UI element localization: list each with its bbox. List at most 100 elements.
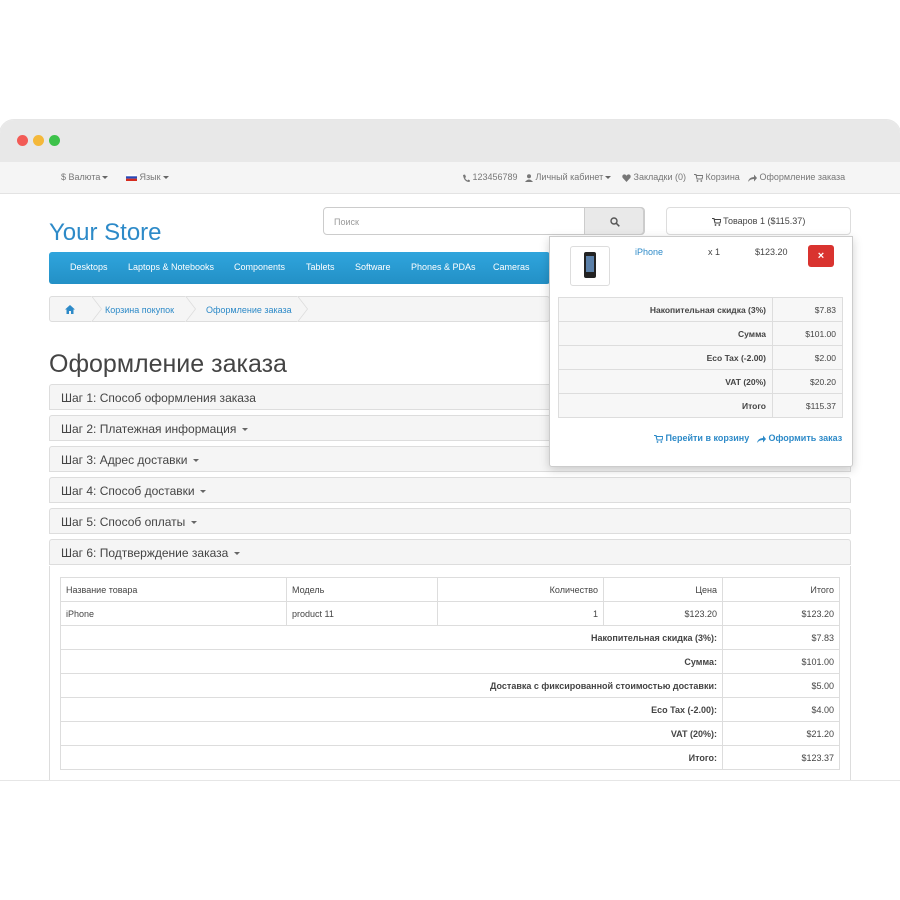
- totals-label: Сумма: [558, 321, 773, 346]
- dropdown-checkout-label: Оформить заказ: [768, 433, 843, 443]
- totals-label: Доставка с фиксированной стоимостью дост…: [60, 673, 723, 698]
- dropdown-product-link[interactable]: iPhone: [635, 247, 663, 257]
- cart-total-button[interactable]: Товаров 1 ($115.37): [666, 207, 851, 235]
- account-label: Личный кабинет: [535, 172, 604, 182]
- product-model: product 11: [286, 601, 438, 626]
- search-button[interactable]: [584, 207, 644, 235]
- totals-value: $7.83: [772, 297, 843, 322]
- user-icon: [525, 173, 533, 182]
- totals-label: Eco Tax (-2.00): [558, 345, 773, 370]
- home-icon[interactable]: [65, 305, 75, 314]
- menu-item-desktops[interactable]: Desktops: [70, 262, 108, 272]
- view-cart-link[interactable]: Перейти в корзину: [654, 433, 749, 443]
- caret-down-icon: [241, 428, 248, 432]
- product-total: $123.20: [722, 601, 840, 626]
- dropdown-totals-table: Накопительная скидка (3%) $7.83 Сумма $1…: [558, 297, 843, 418]
- totals-row: VAT (20%): $21.20: [60, 721, 840, 746]
- totals-row: Сумма $101.00: [558, 321, 843, 346]
- minimize-window-dot[interactable]: [33, 135, 44, 146]
- totals-label: Итого:: [60, 745, 723, 770]
- search-input[interactable]: [332, 209, 586, 235]
- share-icon: [757, 435, 766, 443]
- page: $ Валюта Язык 123456789 Личный кабинет З…: [0, 162, 900, 780]
- totals-label: Накопительная скидка (3%):: [60, 625, 723, 650]
- heart-icon: [622, 174, 631, 182]
- breadcrumb-cart[interactable]: Корзина покупок: [105, 305, 174, 315]
- step-5-title: Шаг 5: Способ оплаты: [61, 515, 186, 529]
- menu-item-software[interactable]: Software: [355, 262, 391, 272]
- order-table: Название товара Модель Количество Цена И…: [60, 577, 840, 770]
- totals-label: Сумма:: [60, 649, 723, 674]
- breadcrumb-checkout[interactable]: Оформление заказа: [206, 305, 292, 315]
- caret-down-icon: [102, 176, 109, 180]
- product-thumbnail[interactable]: [570, 246, 610, 286]
- menu-item-cameras[interactable]: Cameras: [493, 262, 530, 272]
- cart-link[interactable]: Корзина: [694, 172, 740, 182]
- checkout-label: Оформление заказа: [759, 172, 846, 182]
- dollar-icon: $: [61, 172, 67, 182]
- totals-row: Доставка с фиксированной стоимостью дост…: [60, 673, 840, 698]
- totals-value: $5.00: [722, 673, 840, 698]
- caret-down-icon: [192, 459, 199, 463]
- totals-value: $115.37: [772, 393, 843, 418]
- dropdown-product-price: $123.20: [755, 247, 788, 257]
- totals-row: Итого $115.37: [558, 393, 843, 418]
- browser-titlebar: [0, 120, 900, 162]
- language-dropdown[interactable]: Язык: [126, 172, 169, 182]
- caret-down-icon: [605, 176, 612, 180]
- cart-total-label: Товаров 1 ($115.37): [723, 216, 806, 226]
- caret-down-icon: [199, 490, 206, 494]
- totals-value: $101.00: [772, 321, 843, 346]
- main-menu: Desktops Laptops & Notebooks Components …: [49, 252, 550, 284]
- maximize-window-dot[interactable]: [49, 135, 60, 146]
- cart-label: Корзина: [705, 172, 740, 182]
- remove-item-button[interactable]: ×: [808, 245, 834, 267]
- phone-icon: [463, 174, 470, 182]
- menu-item-tablets[interactable]: Tablets: [306, 262, 335, 272]
- top-bar: $ Валюта Язык 123456789 Личный кабинет З…: [0, 162, 900, 194]
- totals-row: VAT (20%) $20.20: [558, 369, 843, 394]
- totals-row: Накопительная скидка (3%) $7.83: [558, 297, 843, 322]
- search-icon: [610, 217, 620, 227]
- checkout-link[interactable]: Оформление заказа: [748, 172, 845, 182]
- breadcrumb-separator: [91, 296, 102, 322]
- step-6-panel[interactable]: Шаг 6: Подтверждение заказа: [49, 539, 851, 565]
- dropdown-product-qty: x 1: [708, 247, 721, 257]
- step-4-title: Шаг 4: Способ доставки: [61, 484, 195, 498]
- column-header-price: Цена: [603, 577, 723, 602]
- table-row: iPhone product 11 1 $123.20 $123.20: [60, 601, 840, 626]
- totals-value: $7.83: [722, 625, 840, 650]
- cart-dropdown: iPhone x 1 $123.20 × Накопительная скидк…: [549, 236, 853, 467]
- totals-label: Накопительная скидка (3%): [558, 297, 773, 322]
- phone-link[interactable]: 123456789: [462, 172, 518, 182]
- column-header-total: Итого: [722, 577, 840, 602]
- language-label: Язык: [139, 172, 161, 182]
- store-logo[interactable]: Your Store: [49, 219, 162, 247]
- close-icon: ×: [817, 250, 825, 262]
- caret-down-icon: [162, 176, 169, 180]
- menu-item-laptops[interactable]: Laptops & Notebooks: [128, 262, 214, 272]
- dropdown-checkout-link[interactable]: Оформить заказ: [757, 433, 842, 443]
- step-3-title: Шаг 3: Адрес доставки: [61, 453, 188, 467]
- totals-row: Накопительная скидка (3%): $7.83: [60, 625, 840, 650]
- cart-icon: [711, 217, 721, 226]
- cart-icon: [694, 173, 703, 182]
- step-4-panel[interactable]: Шаг 4: Способ доставки: [49, 477, 851, 503]
- totals-label: Итого: [558, 393, 773, 418]
- step-5-panel[interactable]: Шаг 5: Способ оплаты: [49, 508, 851, 534]
- close-window-dot[interactable]: [17, 135, 28, 146]
- menu-item-phones[interactable]: Phones & PDAs: [411, 262, 476, 272]
- page-title: Оформление заказа: [49, 350, 287, 378]
- table-header-row: Название товара Модель Количество Цена И…: [60, 577, 840, 602]
- menu-item-components[interactable]: Components: [234, 262, 285, 272]
- iphone-image: [584, 252, 596, 278]
- account-dropdown[interactable]: Личный кабинет: [525, 172, 612, 182]
- totals-row: Итого: $123.37: [60, 745, 840, 770]
- step-6-title: Шаг 6: Подтверждение заказа: [61, 546, 229, 560]
- product-price: $123.20: [603, 601, 723, 626]
- currency-dropdown[interactable]: $ Валюта: [61, 172, 109, 182]
- wishlist-link[interactable]: Закладки (0): [622, 172, 686, 182]
- product-name-link[interactable]: iPhone: [60, 601, 287, 626]
- totals-value: $2.00: [772, 345, 843, 370]
- breadcrumb: Корзина покупок Оформление заказа: [49, 296, 550, 322]
